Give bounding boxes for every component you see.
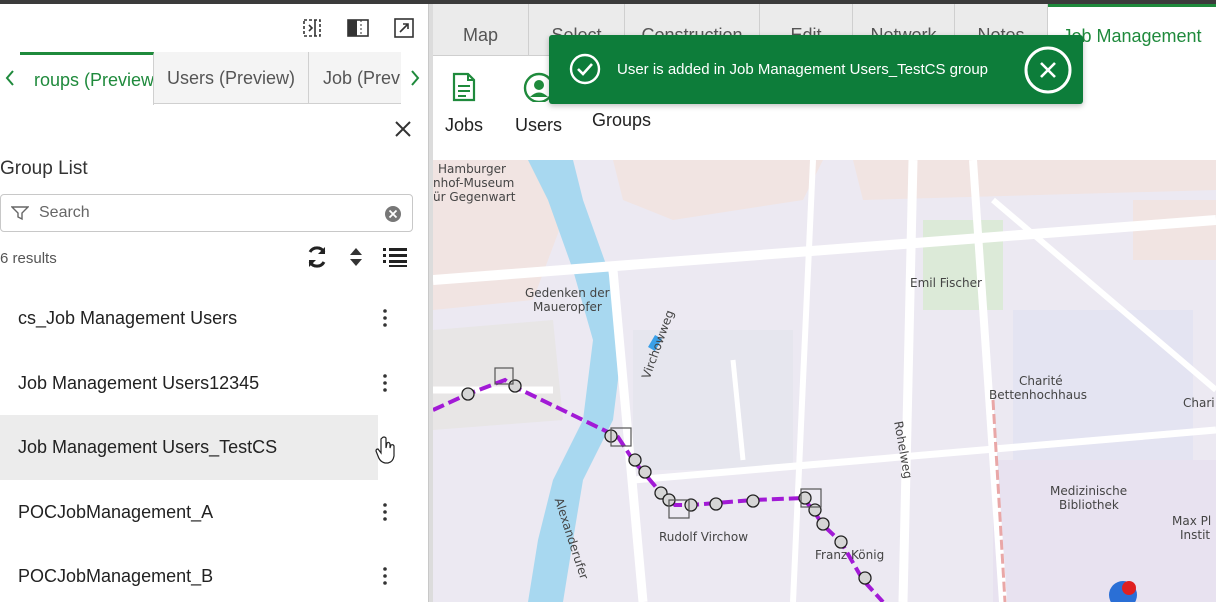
jobs-button[interactable]: Jobs: [445, 72, 483, 136]
map-label: Bettenhochhaus: [989, 388, 1087, 402]
tab-groups[interactable]: roups (Preview): [20, 52, 154, 105]
groups-button-label: Groups: [592, 110, 652, 130]
list-item[interactable]: POCJobManagement_B: [0, 544, 428, 602]
panel-toolbar: [300, 16, 416, 40]
kebab-icon[interactable]: [378, 306, 392, 330]
hand-cursor-icon: [374, 434, 398, 471]
group-name: Job Management Users_TestCS: [18, 437, 278, 457]
tab-scroll-right-icon[interactable]: [401, 52, 428, 104]
tab-job-management-label: Job Management: [1062, 26, 1202, 46]
jobs-button-label: Jobs: [445, 115, 484, 135]
map-label: Hamburger: [438, 162, 506, 176]
list-item[interactable]: Job Management Users12345: [0, 351, 428, 416]
kebab-icon[interactable]: [378, 500, 392, 524]
map-label: Rudolf Virchow: [659, 530, 749, 544]
split-panel-icon[interactable]: [346, 16, 370, 40]
toast-close-icon[interactable]: [1023, 45, 1073, 100]
tab-scroll-left-icon[interactable]: [0, 52, 20, 104]
map-label: Maueropfer: [533, 300, 602, 314]
tab-groups-label: roups (Preview): [34, 69, 154, 90]
popout-icon[interactable]: [392, 16, 416, 40]
map-label: Max Pl: [1172, 514, 1212, 528]
list-view-icon[interactable]: [382, 246, 408, 273]
success-toast: User is added in Job Management Users_Te…: [549, 35, 1083, 104]
results-count: 6 results: [0, 250, 57, 267]
kebab-icon[interactable]: [378, 564, 392, 588]
search-input[interactable]: Search: [0, 194, 413, 232]
tab-map[interactable]: Map: [433, 4, 529, 56]
group-name: cs_Job Management Users: [18, 308, 238, 328]
filter-icon: [10, 205, 30, 226]
map-label: Chari: [1183, 396, 1215, 410]
search-placeholder: Search: [39, 204, 90, 221]
map-label: Gedenken der: [525, 286, 610, 300]
list-toolbar: [304, 244, 408, 275]
map-view[interactable]: Hamburger nhof-Museum ür Gegenwart Geden…: [433, 160, 1216, 602]
map-label: nhof-Museum: [433, 176, 515, 190]
map-label: Emil Fischer: [910, 276, 982, 290]
tab-job-label: Job (Prev: [323, 67, 401, 88]
tab-users[interactable]: Users (Preview): [154, 52, 309, 104]
left-panel: roups (Preview) Users (Preview) Job (Pre…: [0, 4, 428, 602]
tab-job[interactable]: Job (Prev: [309, 52, 401, 104]
map-label: Charité: [1019, 374, 1063, 388]
panel-tabs: roups (Preview) Users (Preview) Job (Pre…: [0, 52, 428, 105]
jobs-icon: [451, 72, 477, 107]
toast-message: User is added in Job Management Users_Te…: [617, 61, 989, 78]
group-name: Job Management Users12345: [18, 372, 260, 393]
refresh-icon[interactable]: [304, 244, 330, 275]
users-button-label: Users: [515, 115, 563, 135]
close-icon[interactable]: [392, 118, 414, 140]
tab-users-label: Users (Preview): [166, 67, 295, 88]
map-label: Franz König: [815, 548, 885, 562]
sort-icon[interactable]: [348, 246, 364, 273]
group-name: POCJobManagement_B: [18, 566, 214, 586]
dock-panel-icon[interactable]: [300, 16, 324, 40]
group-list-title: Group List: [0, 158, 88, 179]
kebab-icon[interactable]: [378, 371, 392, 395]
map-label: Medizinische: [1050, 484, 1128, 498]
list-item[interactable]: cs_Job Management Users: [0, 286, 428, 351]
tab-map-label: Map: [462, 25, 498, 45]
list-item[interactable]: Job Management Users_TestCS: [0, 415, 378, 480]
group-name: POCJobManagement_A: [18, 501, 214, 522]
map-label: ür Gegenwart: [433, 190, 516, 204]
check-circle-icon: [569, 53, 601, 90]
clear-icon[interactable]: [384, 205, 402, 228]
map-label: Instit: [1180, 528, 1211, 542]
group-list: cs_Job Management Users Job Management U…: [0, 286, 428, 602]
list-item[interactable]: POCJobManagement_A: [0, 480, 428, 545]
map-label: Bibliothek: [1059, 498, 1119, 512]
map-canvas: [433, 160, 1216, 602]
